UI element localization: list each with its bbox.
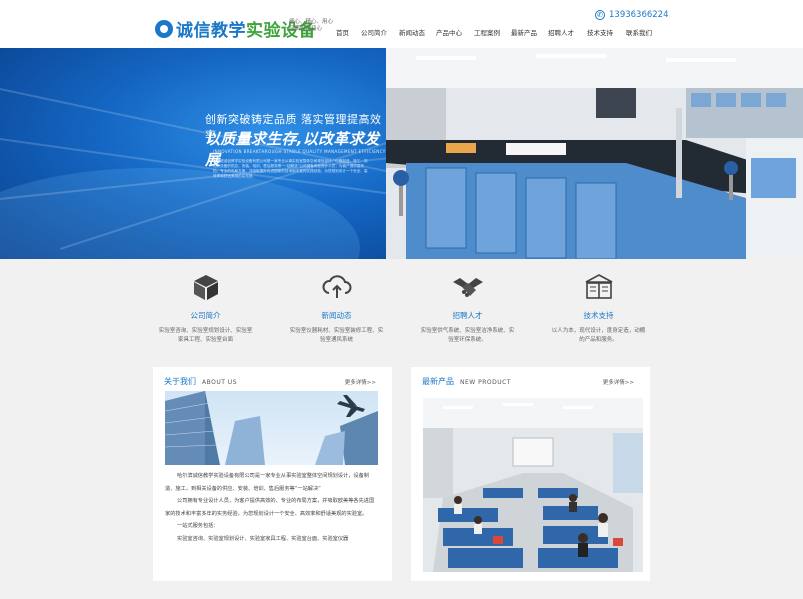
page: 诚信教学实验设备 细心、精心、用心 品质永保初心 ✆ 13936366224 首… [0,0,803,599]
product-more-link[interactable]: 更多详情>> [603,378,634,386]
nav-item[interactable]: 公司简介 [361,27,387,37]
cloud-upload-icon [271,274,402,300]
about-more-link[interactable]: 更多详情>> [345,378,376,386]
tagline: 细心、精心、用心 品质永保初心 [289,19,334,32]
service-description: 以人为本，现代设计，度身定造，动棚的产品和服务。 [551,328,646,343]
service-description: 实验室仪器耗材、实验室装修工程、实验室通风系统 [289,328,384,343]
service-title[interactable]: 新闻动态 [271,310,402,321]
services-row: 公司简介 实验室咨询、实验室规划设计、实验室家具工程、实验室台面 新闻动态 实验室仪器… [140,270,665,355]
hero-slogan-panel: 创新突破铸定品质 落实管理提高效率 以质量求生存,以改革求发展 INNOVATI… [0,48,386,259]
nav-item[interactable]: 工程案例 [474,27,500,37]
service-title[interactable]: 公司简介 [140,310,271,321]
about-image [165,391,378,465]
hero-description: 哈尔滨诚信教学实验设备有限公司是一家专业从事实验室整体空间规划设计、仪器制造、施… [213,159,368,178]
product-heading: 最新产品 NEW PRODUCT [422,376,511,387]
nav-item[interactable]: 首页 [336,27,349,37]
about-heading: 关于我们 ABOUT US [164,376,237,387]
lab-photo-illustration [386,48,803,259]
nav-item[interactable]: 联系我们 [626,27,652,37]
nav-item[interactable]: 技术支持 [587,27,613,37]
header: 诚信教学实验设备 细心、精心、用心 品质永保初心 ✆ 13936366224 首… [0,0,803,48]
service-description: 实验室咨询、实验室规划设计、实验室家具工程、实验室台面 [158,328,253,343]
nav-item[interactable]: 招聘人才 [548,27,574,37]
skyscraper-illustration [165,391,378,465]
about-title: 关于我们 [164,377,196,386]
service-card[interactable]: 招聘人才实验室供气系统、实验室洁净系统、实验室环保系统。 [402,270,533,355]
about-paragraph: 哈尔滨诚信教学实验设备有限公司是一家专业从事实验室整体空间规划设计，设备制造、施… [165,473,369,492]
about-paragraph: 实验室咨询、实验室规划设计、实验室家具工程、实验室台面、实验室仪器 [177,535,349,542]
cube-icon [140,274,271,300]
nav-item[interactable]: 新闻动态 [399,27,425,37]
logo-icon [155,19,173,38]
hero-slogan-english: INNOVATION BREAKTHROUGH STABLE QUALITY M… [213,149,386,154]
hero-lab-photo [386,48,803,259]
phone-icon: ✆ [595,10,605,20]
product-panel: 最新产品 NEW PRODUCT 更多详情>> [411,367,650,581]
about-paragraph: 一站式服务包括： [177,523,219,529]
airplane-icon [337,395,365,417]
service-card[interactable]: 新闻动态实验室仪器耗材、实验室装修工程、实验室通风系统 [271,270,402,355]
classroom-lab-illustration [423,398,643,572]
handshake-icon [402,274,533,300]
book-icon [533,274,664,300]
product-image[interactable] [423,398,643,572]
about-title-en: ABOUT US [202,379,238,386]
service-description: 实验室供气系统、实验室洁净系统、实验室环保系统。 [420,328,515,343]
about-paragraph: 公司拥有专业设计人员，为客户提供高效的、专业的布局方案，并吸取欧美等各先进国家的… [165,498,375,517]
service-title[interactable]: 技术支持 [533,310,664,321]
service-card[interactable]: 技术支持以人为本，现代设计，度身定造，动棚的产品和服务。 [533,270,664,355]
phone-contact: ✆ 13936366224 [595,10,669,20]
nav-item[interactable]: 最新产品 [511,27,537,37]
product-title: 最新产品 [422,377,454,386]
product-title-en: NEW PRODUCT [460,379,511,386]
hero-banner: 创新突破铸定品质 落实管理提高效率 以质量求生存,以改革求发展 INNOVATI… [0,48,803,259]
about-text: 哈尔滨诚信教学实验设备有限公司是一家专业从事实验室整体空间规划设计，设备制造、施… [165,470,378,545]
about-panel: 关于我们 ABOUT US 更多详情>> 哈尔滨诚信教学实验设备有限公司是一家专… [153,367,392,581]
service-card[interactable]: 公司简介实验室咨询、实验室规划设计、实验室家具工程、实验室台面 [140,270,271,355]
nav-item[interactable]: 产品中心 [436,27,462,37]
logo-text-primary: 诚信教学 [176,21,246,41]
phone-number: 13936366224 [609,10,669,20]
service-title[interactable]: 招聘人才 [402,310,533,321]
